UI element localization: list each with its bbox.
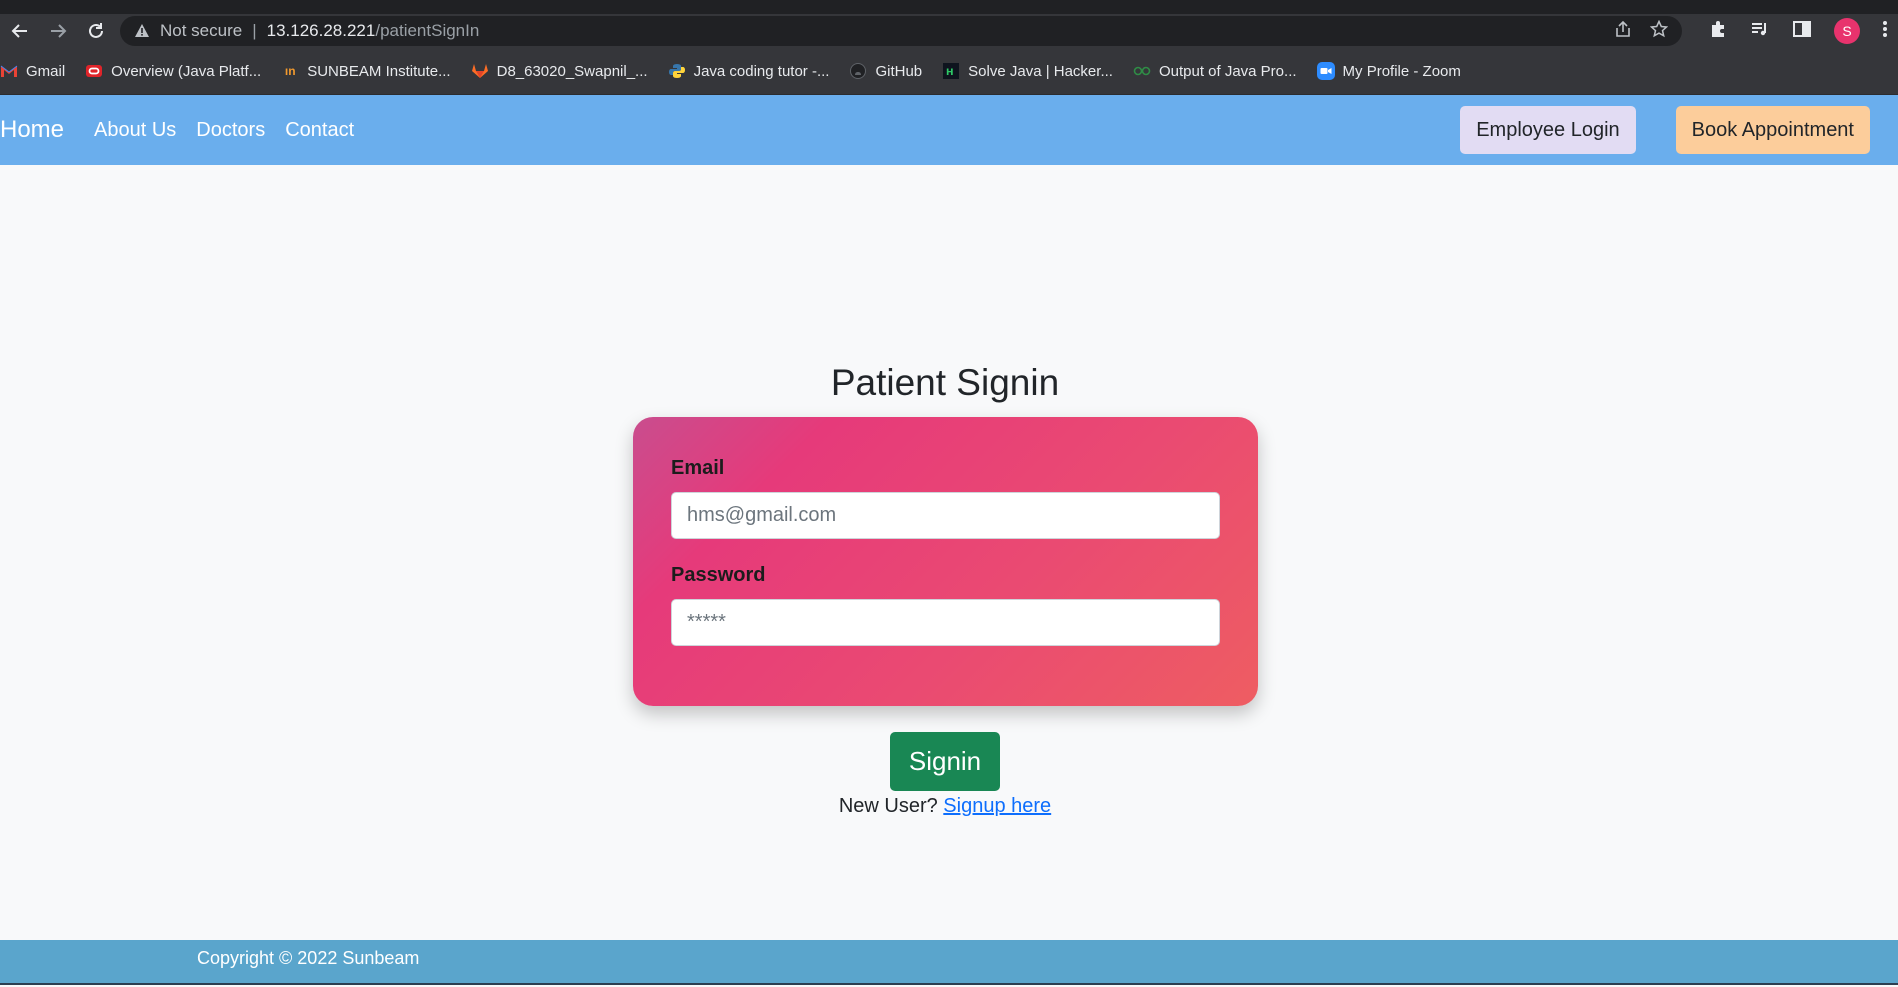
omnibox-divider: | [252,21,257,40]
bookmark-gmail[interactable]: Gmail [0,62,65,80]
signup-link[interactable]: Signup here [943,795,1051,817]
hackerrank-icon: H [942,62,960,80]
extensions-puzzle-icon[interactable] [1708,19,1728,44]
signin-button[interactable]: Signin [890,732,1000,791]
signin-form-card: Email Password [633,417,1258,706]
bookmark-star-icon[interactable] [1649,19,1669,43]
browser-menu-icon[interactable] [1882,19,1888,44]
new-user-text: New User? [838,795,938,817]
bookmark-sunbeam[interactable]: ın SUNBEAM Institute... [281,62,451,80]
zoom-icon [1316,62,1335,80]
nav-about-us-link[interactable]: About Us [94,119,176,142]
bookmark-label: Java coding tutor -... [693,62,830,80]
python-icon [668,62,686,80]
bookmark-label: Solve Java | Hacker... [968,62,1113,80]
url-host: 13.126.28.221 [266,21,376,40]
bookmark-label: Gmail [26,62,66,80]
svg-text:H: H [946,68,954,78]
geeksforgeeks-icon [1133,62,1151,80]
bookmark-label: SUNBEAM Institute... [307,62,451,80]
gmail-icon [0,62,18,80]
bookmark-hackerrank[interactable]: H Solve Java | Hacker... [942,62,1113,80]
site-footer: Copyright © 2022 Sunbeam [0,940,1898,985]
browser-toolbar: Not secure | 13.126.28.221/patientSignIn… [0,14,1898,48]
nav-contact-link[interactable]: Contact [285,119,354,142]
oracle-icon [85,62,103,80]
bookmark-label: Output of Java Pro... [1158,62,1297,80]
book-appointment-button[interactable]: Book Appointment [1675,106,1870,154]
sunbeam-icon: ın [284,64,296,78]
bookmark-geeksforgeeks[interactable]: Output of Java Pro... [1133,62,1297,80]
signup-prompt: New User? Signup here [0,795,1890,818]
reload-icon[interactable] [82,17,110,45]
bookmark-gitlab[interactable]: D8_63020_Swapnil_... [471,62,648,80]
bookmark-label: GitHub [875,62,923,80]
warning-icon [134,23,150,39]
url-path: /patientSignIn [375,21,480,40]
share-icon[interactable] [1614,20,1632,43]
bookmark-zoom[interactable]: My Profile - Zoom [1316,62,1461,80]
security-label[interactable]: Not secure [160,21,242,41]
bookmark-label: My Profile - Zoom [1342,62,1461,80]
forward-arrow-icon[interactable] [44,17,72,45]
media-queue-icon[interactable] [1750,19,1770,44]
bookmark-label: Overview (Java Platf... [111,62,262,80]
bookmark-github[interactable]: GitHub [849,62,922,80]
bookmark-oracle[interactable]: Overview (Java Platf... [85,62,261,80]
bookmarks-bar: Gmail Overview (Java Platf... ın SUNBEAM… [0,48,1898,95]
site-navbar: Home About Us Doctors Contact Employee L… [0,95,1898,165]
back-arrow-icon[interactable] [6,17,34,45]
page-title: Patient Signin [830,362,1060,403]
copyright-text: Copyright © 2022 Sunbeam [197,948,420,968]
github-icon [849,62,867,80]
gitlab-icon [471,62,489,80]
nav-home-link[interactable]: Home [0,116,64,144]
employee-login-button[interactable]: Employee Login [1460,106,1636,154]
nav-doctors-link[interactable]: Doctors [196,119,265,142]
profile-avatar[interactable]: S [1834,18,1860,44]
email-label: Email [671,457,725,479]
email-field[interactable] [671,492,1220,539]
browser-tab-strip [0,0,1898,14]
address-bar[interactable]: Not secure | 13.126.28.221/patientSignIn [120,16,1682,46]
bookmark-label: D8_63020_Swapnil_... [496,62,648,80]
side-panel-icon[interactable] [1792,19,1812,44]
bookmark-java-tutor[interactable]: Java coding tutor -... [668,62,830,80]
password-field[interactable] [671,599,1220,646]
password-label: Password [671,564,766,586]
